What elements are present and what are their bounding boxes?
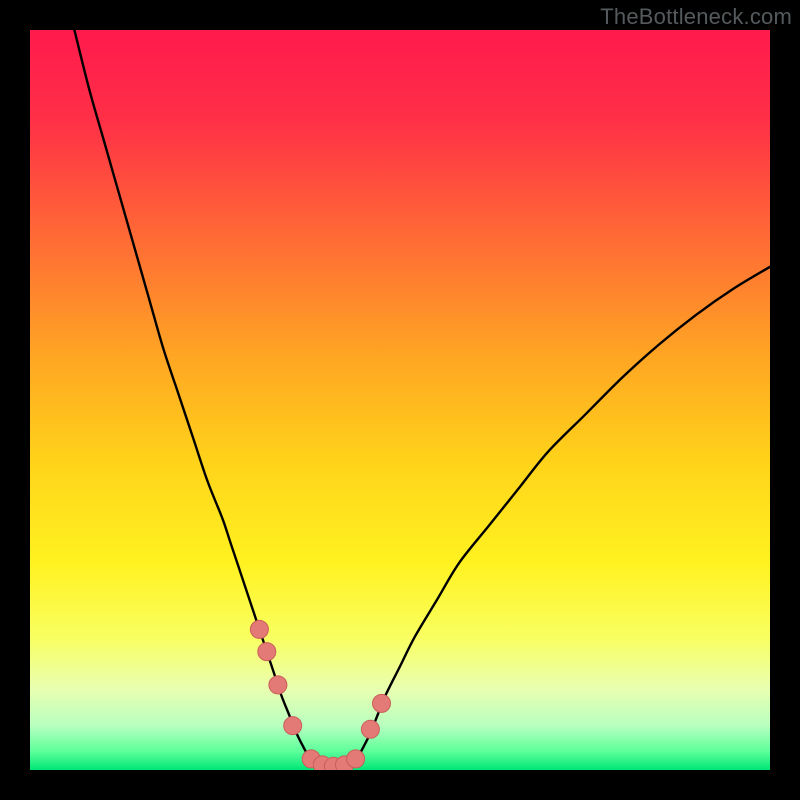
data-marker	[373, 694, 391, 712]
data-markers	[250, 620, 390, 770]
data-marker	[361, 720, 379, 738]
curve-right-branch	[356, 267, 770, 761]
data-marker	[269, 676, 287, 694]
data-marker	[250, 620, 268, 638]
curve-layer	[30, 30, 770, 770]
data-marker	[347, 750, 365, 768]
watermark-label: TheBottleneck.com	[600, 4, 792, 30]
data-marker	[284, 717, 302, 735]
data-marker	[258, 643, 276, 661]
chart-frame: TheBottleneck.com	[0, 0, 800, 800]
plot-area	[30, 30, 770, 770]
